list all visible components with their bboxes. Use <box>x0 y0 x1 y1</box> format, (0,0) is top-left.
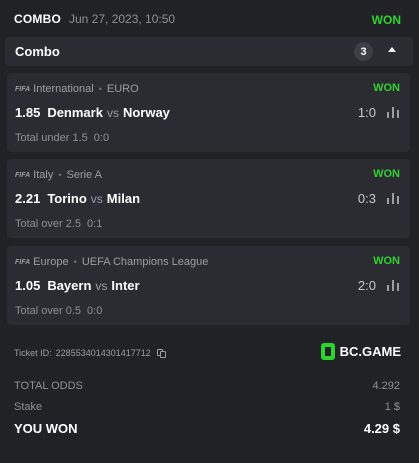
region-name: International <box>33 83 94 95</box>
final-score: 1:0 <box>357 105 376 120</box>
selection-odds: 1.85 <box>15 105 41 120</box>
ticket-header: COMBO Jun 27, 2023, 10:50 WON <box>0 0 419 38</box>
market-selection: 0:0 <box>93 132 110 144</box>
bet-selection: FIFA International • EURO WON 1.85 Denma… <box>7 73 410 152</box>
bet-type: COMBO <box>14 12 61 26</box>
caret-up-icon[interactable] <box>388 47 396 52</box>
brand-logo: BC.GAME <box>320 343 401 360</box>
separator-dot: • <box>58 170 62 180</box>
bar-chart-icon[interactable] <box>387 280 399 291</box>
bar-chart-icon[interactable] <box>387 107 399 118</box>
final-score: 2:0 <box>357 278 376 293</box>
selection-status-badge: WON <box>373 168 400 180</box>
match-line: 1.05 Bayern vs Inter <box>15 278 140 293</box>
away-team: Milan <box>106 191 141 206</box>
market-selection: 0:1 <box>87 218 103 230</box>
away-team: Inter <box>111 278 140 293</box>
selection-odds: 2.21 <box>15 191 41 206</box>
fifa-logo-icon: FIFA <box>15 258 31 266</box>
competition-name: Serie A <box>66 169 102 181</box>
competition-line: FIFA International • EURO <box>15 83 139 95</box>
stake-label: Stake <box>14 401 43 413</box>
selection-status-badge: WON <box>373 82 400 94</box>
market-name: Total under 1.5 <box>15 132 88 144</box>
stake-row: Stake 1 $ <box>14 401 400 413</box>
total-odds-value: 4.292 <box>372 380 400 392</box>
selection-odds: 1.05 <box>15 278 41 293</box>
fifa-logo-icon: FIFA <box>15 85 31 93</box>
winnings-label: YOU WON <box>14 421 78 436</box>
match-line: 2.21 Torino vs Milan <box>15 191 140 206</box>
vs-label: vs <box>90 191 103 206</box>
home-team: Bayern <box>47 278 92 293</box>
final-score: 0:3 <box>357 191 376 206</box>
fifa-logo-icon: FIFA <box>15 171 31 179</box>
total-odds-label: TOTAL ODDS <box>14 380 83 392</box>
region-name: Europe <box>33 256 69 268</box>
competition-name: EURO <box>106 83 139 95</box>
away-team: Norway <box>122 105 170 120</box>
ticket-status-badge: WON <box>371 13 401 27</box>
combo-toggle[interactable]: Combo 3 <box>5 37 413 66</box>
match-line: 1.85 Denmark vs Norway <box>15 105 170 120</box>
selection-status-badge: WON <box>373 255 400 267</box>
ticket-id-value: 2285534014301417712 <box>55 348 151 358</box>
separator-dot: • <box>73 257 77 267</box>
brand-name: BC.GAME <box>339 344 401 359</box>
region-name: Italy <box>33 169 54 181</box>
home-team: Denmark <box>47 105 103 120</box>
bc-game-logo-icon <box>320 343 335 360</box>
ticket-id-row: Ticket ID: 2285534014301417712 <box>14 348 166 358</box>
winnings-value: 4.29 $ <box>363 421 400 436</box>
market-line: Total over 2.5 0:1 <box>15 218 102 230</box>
market-line: Total under 1.5 0:0 <box>15 132 109 144</box>
competition-line: FIFA Italy • Serie A <box>15 169 102 181</box>
competition-name: UEFA Champions League <box>81 256 209 268</box>
selection-count-badge: 3 <box>354 42 373 61</box>
vs-label: vs <box>95 278 108 293</box>
bet-date: Jun 27, 2023, 10:50 <box>69 12 176 26</box>
total-odds-row: TOTAL ODDS 4.292 <box>14 380 400 392</box>
home-team: Torino <box>47 191 87 206</box>
market-name: Total over 2.5 <box>15 218 82 230</box>
bet-ticket-card: COMBO Jun 27, 2023, 10:50 WON Combo 3 FI… <box>0 0 419 463</box>
market-selection: 0:0 <box>87 305 103 317</box>
market-name: Total over 0.5 <box>15 305 82 317</box>
winnings-row: YOU WON 4.29 $ <box>14 421 400 436</box>
ticket-id-label: Ticket ID: <box>14 348 52 358</box>
competition-line: FIFA Europe • UEFA Champions League <box>15 256 208 268</box>
bet-selection: FIFA Europe • UEFA Champions League WON … <box>7 246 410 325</box>
market-line: Total over 0.5 0:0 <box>15 305 102 317</box>
copy-icon[interactable] <box>156 348 166 358</box>
combo-label: Combo <box>15 44 60 59</box>
vs-label: vs <box>106 105 119 120</box>
stake-value: 1 $ <box>384 401 400 413</box>
separator-dot: • <box>98 84 102 94</box>
bet-selection: FIFA Italy • Serie A WON 2.21 Torino vs … <box>7 159 410 238</box>
bar-chart-icon[interactable] <box>387 193 399 204</box>
